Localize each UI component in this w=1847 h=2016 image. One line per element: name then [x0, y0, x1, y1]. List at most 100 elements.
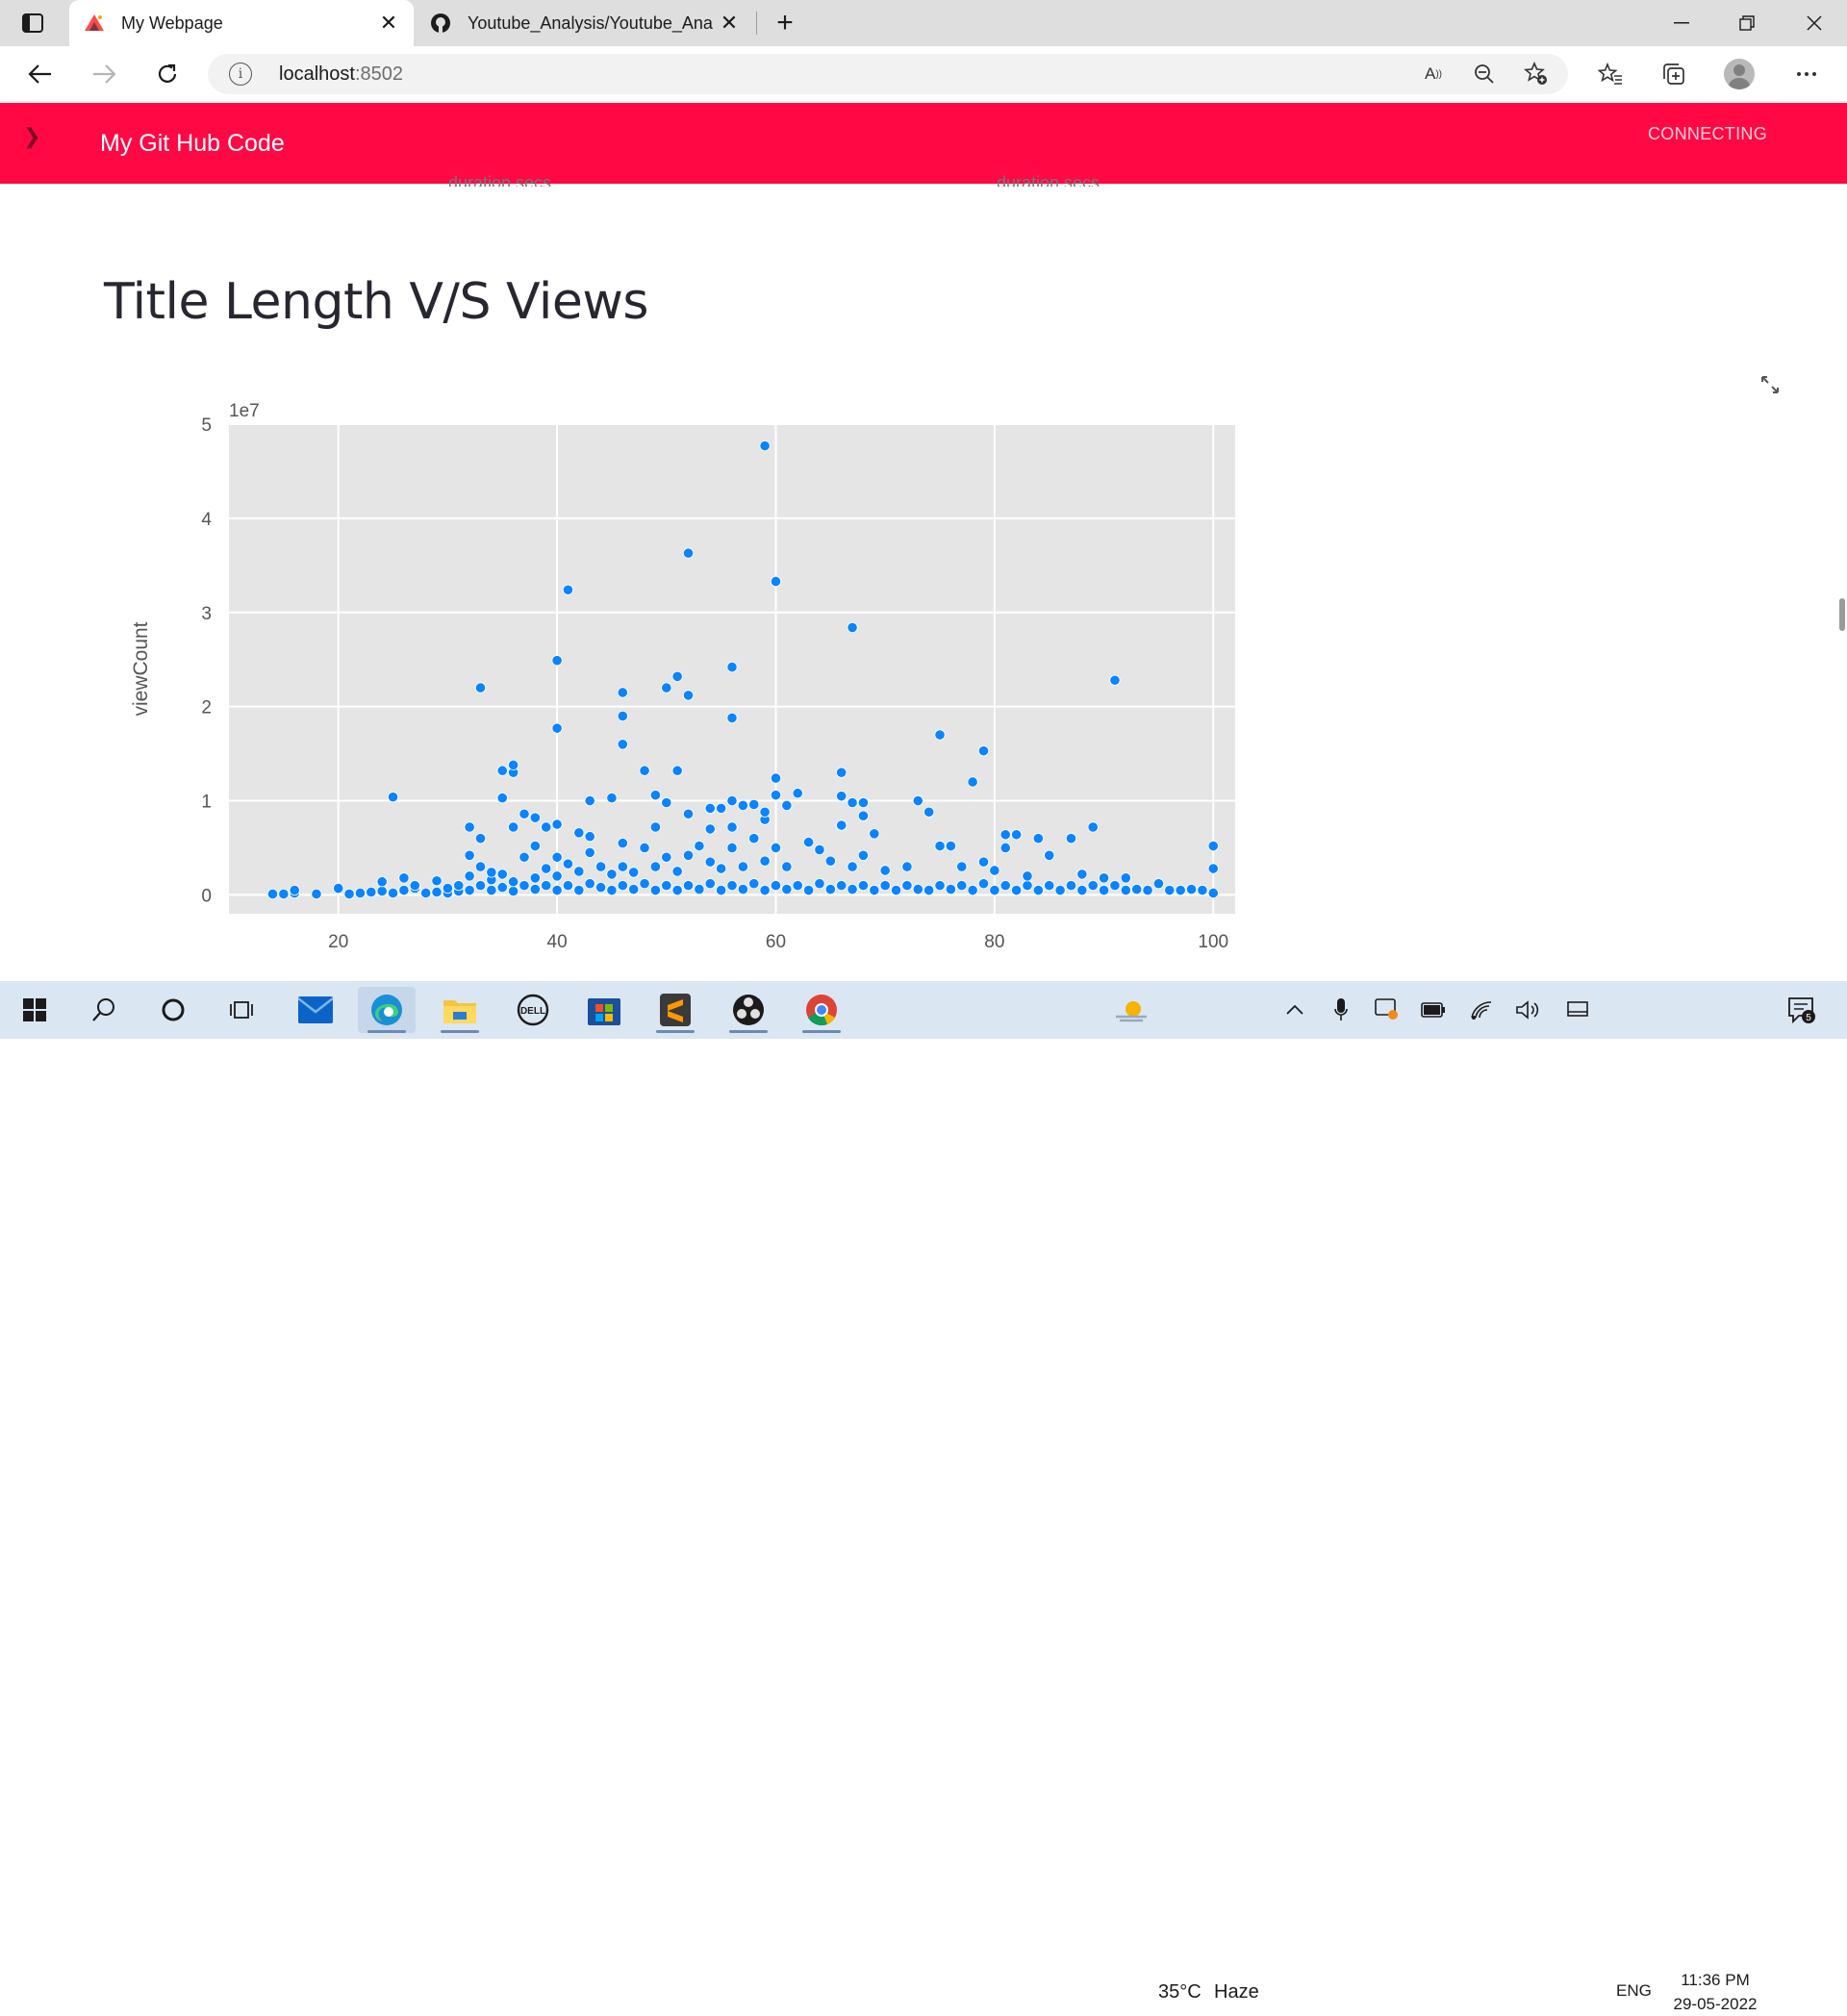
data-point: [682, 849, 695, 861]
data-point: [617, 861, 628, 872]
microphone-icon[interactable]: [1316, 987, 1366, 1033]
data-point: [792, 788, 803, 799]
battery-icon[interactable]: [1408, 987, 1458, 1033]
new-tab-icon[interactable]: +: [770, 7, 800, 38]
sync-icon[interactable]: [1362, 987, 1412, 1033]
data-point: [704, 878, 716, 890]
data-point: [726, 880, 738, 892]
input-language[interactable]: ENG: [1616, 1981, 1652, 2001]
data-point: [977, 856, 990, 868]
notifications-icon[interactable]: 5: [1776, 987, 1828, 1033]
data-point: [847, 861, 858, 872]
start-menu-icon[interactable]: [6, 987, 63, 1033]
data-point: [649, 861, 662, 872]
data-point: [541, 880, 552, 892]
y-tick-label: 1: [201, 793, 212, 813]
y-tick-label: 5: [201, 416, 212, 436]
obs-studio-icon[interactable]: [720, 987, 777, 1033]
collections-icon[interactable]: [1658, 59, 1689, 89]
data-point: [934, 840, 946, 852]
close-window-icon[interactable]: [1782, 0, 1847, 46]
data-point: [814, 844, 825, 856]
data-point: [748, 798, 760, 811]
volume-icon[interactable]: [1503, 987, 1553, 1033]
forward-icon[interactable]: [89, 59, 119, 89]
data-point: [606, 793, 618, 804]
weather-icon[interactable]: [1102, 987, 1160, 1033]
site-info-icon[interactable]: i: [229, 63, 252, 86]
data-point: [628, 867, 640, 878]
browser-tab-active[interactable]: My Webpage ✕: [69, 0, 414, 46]
data-point: [1175, 884, 1186, 896]
add-favorite-icon[interactable]: [1523, 61, 1550, 88]
back-icon[interactable]: [25, 59, 56, 89]
data-point: [924, 806, 935, 818]
data-point: [431, 875, 443, 887]
data-point: [694, 840, 705, 852]
x-tick-label: 100: [1198, 932, 1228, 952]
data-point: [956, 880, 968, 892]
cut-off-axis-label: duration secs: [448, 173, 552, 187]
browser-tab-strip: My Webpage ✕ Youtube_Analysis/Youtube_An…: [0, 0, 1847, 46]
edge-browser-icon[interactable]: [358, 987, 416, 1033]
page-scrollbar[interactable]: [1839, 598, 1845, 631]
data-point: [333, 882, 344, 895]
tab-separator: [756, 12, 757, 35]
system-clock[interactable]: 11:36 PM 29-05-2022: [1664, 1968, 1766, 2016]
data-point: [1207, 840, 1219, 852]
sublime-text-icon[interactable]: [646, 987, 704, 1033]
chrome-icon[interactable]: [793, 987, 850, 1033]
data-point: [704, 823, 716, 835]
browser-tab-github[interactable]: Youtube_Analysis/Youtube_Analy ✕: [416, 0, 754, 46]
data-point: [847, 621, 858, 634]
file-explorer-icon[interactable]: [431, 987, 489, 1033]
data-point: [266, 888, 279, 900]
microsoft-store-icon[interactable]: [575, 987, 633, 1033]
data-point: [519, 808, 530, 819]
cortana-icon[interactable]: [144, 987, 202, 1033]
notification-count: 5: [1806, 1013, 1811, 1023]
sidebar-expand-icon[interactable]: ❯: [23, 124, 40, 149]
data-point: [1065, 880, 1077, 892]
data-point: [453, 880, 465, 892]
fullscreen-expand-icon[interactable]: [1758, 373, 1782, 396]
close-tab-icon[interactable]: ✕: [714, 8, 745, 38]
search-icon[interactable]: [75, 987, 133, 1033]
zoom-out-icon[interactable]: [1471, 61, 1498, 88]
read-aloud-icon[interactable]: A)): [1420, 61, 1447, 88]
data-point: [551, 884, 563, 896]
data-point: [1022, 880, 1033, 892]
task-view-icon[interactable]: [214, 987, 271, 1033]
refresh-icon[interactable]: [152, 59, 183, 89]
data-point: [847, 796, 858, 809]
minimize-icon[interactable]: [1649, 0, 1714, 46]
url-text: localhost:8502: [279, 63, 403, 85]
profile-avatar[interactable]: [1724, 59, 1755, 89]
favorites-icon[interactable]: [1595, 59, 1626, 89]
data-point: [924, 884, 935, 896]
data-point: [956, 861, 968, 872]
data-point: [781, 883, 793, 895]
tab-actions-icon[interactable]: [13, 10, 52, 37]
show-hidden-icons-icon[interactable]: [1268, 987, 1322, 1033]
data-point: [901, 861, 913, 872]
data-point: [661, 851, 672, 863]
wifi-icon[interactable]: [1456, 987, 1506, 1033]
more-options-icon[interactable]: [1791, 59, 1822, 89]
dell-icon[interactable]: DELL: [504, 987, 562, 1033]
close-tab-icon[interactable]: ✕: [373, 8, 404, 38]
data-point: [879, 880, 891, 892]
data-point: [496, 869, 508, 880]
restore-icon[interactable]: [1714, 0, 1780, 46]
section-title: Title Length V/S Views: [104, 273, 648, 331]
data-point: [934, 729, 946, 741]
data-point: [486, 884, 497, 896]
data-point: [704, 802, 716, 814]
display-icon[interactable]: [1553, 987, 1603, 1033]
weather-temperature[interactable]: 35°C: [1158, 1981, 1202, 2003]
data-point: [945, 840, 956, 852]
header-title[interactable]: My Git Hub Code: [100, 130, 285, 158]
weather-condition[interactable]: Haze: [1214, 1981, 1259, 2003]
mail-icon[interactable]: [287, 987, 344, 1033]
address-bar[interactable]: i localhost:8502 A)): [208, 54, 1568, 94]
